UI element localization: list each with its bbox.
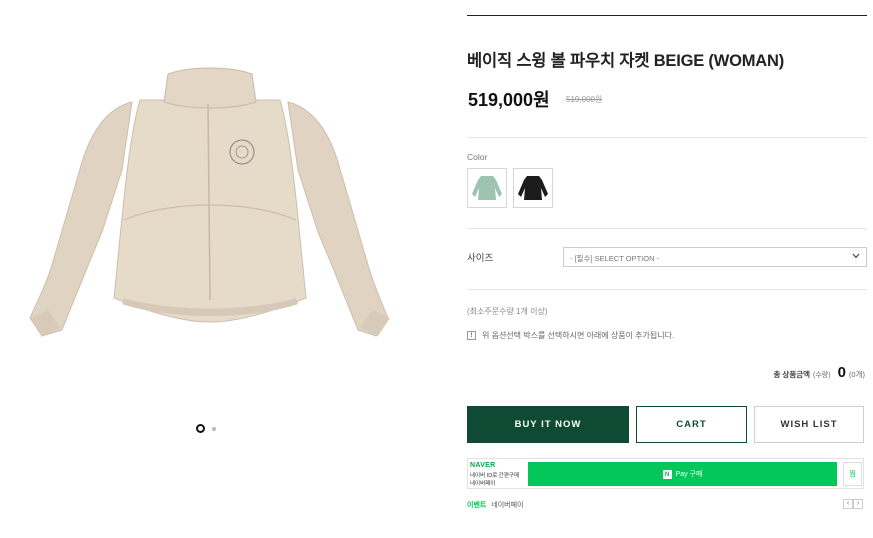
- naver-pay-label: Pay 구매: [675, 471, 703, 478]
- chevron-right-icon[interactable]: ›: [853, 499, 863, 509]
- buy-now-button[interactable]: BUY IT NOW: [467, 406, 629, 443]
- product-image-jacket[interactable]: [20, 60, 400, 360]
- gallery-dot[interactable]: [212, 426, 216, 431]
- naver-pay-button[interactable]: N Pay 구매: [528, 462, 837, 486]
- total-count: (0개): [848, 370, 865, 379]
- naver-pay-info: 네이버 ID로 간편구매: [470, 473, 520, 479]
- size-select-value: - [필수] SELECT OPTION -: [570, 254, 660, 263]
- naver-pay-name: 네이버페이: [470, 481, 496, 487]
- wish-list-button[interactable]: WISH LIST: [754, 406, 864, 443]
- divider: [467, 137, 867, 138]
- min-order-quantity: (최소주문수량 1개 이상): [467, 307, 548, 316]
- gallery-dot-active[interactable]: [196, 424, 205, 433]
- color-swatch-mint[interactable]: [467, 168, 507, 208]
- chevron-left-icon[interactable]: ‹: [843, 499, 853, 509]
- product-price: 519,000원: [468, 90, 550, 110]
- npay-icon: N: [662, 469, 672, 479]
- total-label: 총 상품금액: [773, 370, 811, 379]
- product-title: 베이직 스윙 볼 파우치 자켓 BEIGE (WOMAN): [467, 52, 785, 70]
- event-text: 네이버페이: [491, 502, 524, 509]
- event-tag[interactable]: 이벤트: [467, 502, 486, 509]
- product-gallery: [0, 0, 440, 538]
- gallery-pagination: [196, 424, 216, 433]
- size-option-label: 사이즈: [467, 253, 494, 264]
- naver-logo: NAVER: [470, 462, 496, 469]
- divider: [467, 15, 867, 16]
- naver-wish-button[interactable]: 찜: [843, 462, 862, 486]
- naver-pay-box: NAVER 네이버 ID로 간편구매 네이버페이 N Pay 구매 찜: [467, 458, 864, 489]
- add-to-cart-button[interactable]: CART: [636, 406, 747, 443]
- option-notice-text: 위 옵션선택 박스를 선택하시면 아래에 상품이 추가됩니다.: [482, 331, 675, 340]
- total-price: 총 상품금액 (수량) 0 (0개): [773, 364, 865, 381]
- product-info-panel: 베이직 스윙 볼 파우치 자켓 BEIGE (WOMAN) 519,000원 5…: [467, 0, 867, 538]
- event-pager: ‹ ›: [843, 499, 863, 509]
- divider: [467, 228, 867, 229]
- jacket-thumbnail-mint: [472, 176, 502, 200]
- size-select[interactable]: - [필수] SELECT OPTION -: [563, 247, 867, 267]
- original-price: 519,000원: [566, 95, 603, 104]
- total-value: 0: [837, 364, 846, 381]
- option-notice: ! 위 옵션선택 박스를 선택하시면 아래에 상품이 추가됩니다.: [467, 330, 674, 341]
- divider: [467, 289, 867, 290]
- total-sub-label: (수량): [813, 372, 831, 379]
- color-swatch-black[interactable]: [513, 168, 553, 208]
- info-icon: !: [467, 331, 476, 340]
- chevron-down-icon: [852, 253, 860, 259]
- naver-event-row: 이벤트 네이버페이: [467, 500, 523, 510]
- jacket-thumbnail-black: [518, 176, 548, 200]
- color-option-label: Color: [467, 152, 488, 162]
